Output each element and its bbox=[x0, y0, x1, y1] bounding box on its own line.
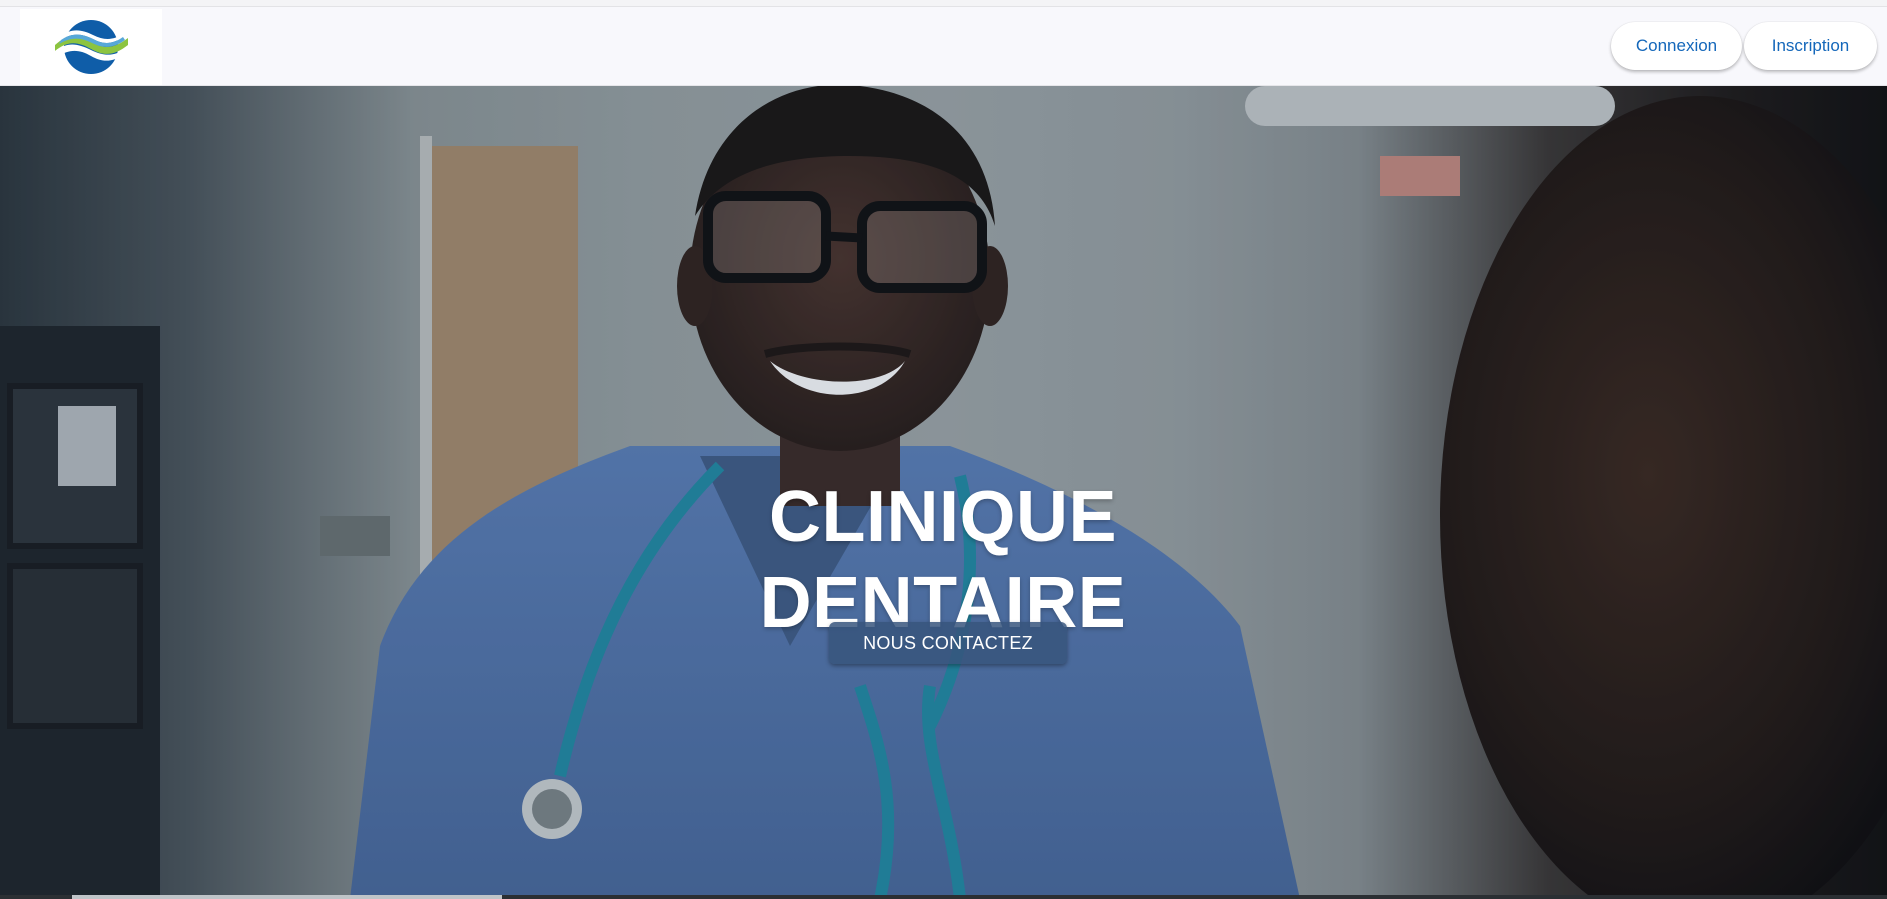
hero-banner: CLINIQUE DENTAIRE bbox=[0, 86, 1887, 899]
browser-top-edge bbox=[0, 0, 1887, 7]
hero-title-line1: CLINIQUE bbox=[768, 477, 1117, 558]
login-button[interactable]: Connexion bbox=[1611, 22, 1742, 70]
signup-button[interactable]: Inscription bbox=[1744, 22, 1877, 70]
auth-actions: Connexion Inscription bbox=[1611, 22, 1877, 70]
site-logo-link[interactable] bbox=[20, 9, 162, 85]
contact-us-button[interactable]: NOUS CONTACTEZ bbox=[829, 622, 1067, 664]
wave-globe-logo-icon bbox=[55, 20, 128, 74]
horizontal-scrollbar[interactable] bbox=[0, 895, 1887, 899]
hero-title: CLINIQUE DENTAIRE bbox=[643, 474, 1243, 646]
scrollbar-thumb[interactable] bbox=[72, 895, 502, 899]
page: Connexion Inscription CLINIQUE DENTAIRE … bbox=[0, 0, 1887, 899]
navbar: Connexion Inscription bbox=[0, 7, 1887, 86]
